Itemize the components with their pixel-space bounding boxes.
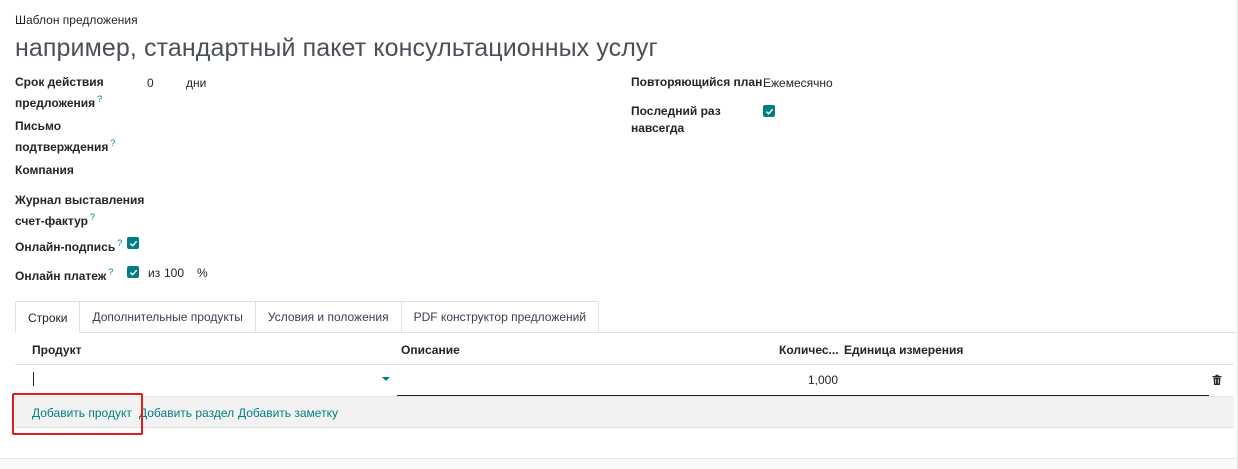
- column-product[interactable]: Продукт: [32, 343, 81, 357]
- last-forever-checkbox[interactable]: [763, 105, 775, 117]
- trash-icon[interactable]: [1211, 374, 1223, 386]
- column-uom[interactable]: Единица измерения: [844, 343, 963, 357]
- journal-label: Журнал выставления счет-фактур?: [15, 193, 145, 228]
- prepayment-suffix: %: [197, 266, 208, 280]
- quantity-input[interactable]: 1,000: [808, 373, 838, 387]
- check-icon: [765, 108, 773, 115]
- chevron-down-icon[interactable]: [382, 377, 390, 381]
- company-label: Компания: [15, 163, 74, 177]
- check-icon: [129, 240, 137, 247]
- add-product-link[interactable]: Добавить продукт: [32, 406, 132, 420]
- help-icon[interactable]: ?: [117, 238, 122, 248]
- recurring-plan-select[interactable]: Ежемесячно: [763, 76, 833, 90]
- validity-label: Срок действия предложения?: [15, 75, 104, 110]
- help-icon[interactable]: ?: [108, 267, 113, 277]
- help-icon[interactable]: ?: [110, 138, 115, 148]
- template-name-input[interactable]: например, стандартный пакет консультацио…: [15, 34, 658, 63]
- product-input-cursor[interactable]: [33, 372, 34, 386]
- tab-lines[interactable]: Строки: [15, 301, 81, 333]
- add-section-link[interactable]: Добавить раздел: [139, 406, 234, 420]
- tab-pdf-builder[interactable]: PDF конструктор предложений: [400, 301, 600, 333]
- column-quantity[interactable]: Количес...: [779, 343, 839, 357]
- prepayment-percent-input[interactable]: 100: [164, 266, 184, 280]
- prepayment-prefix: из: [148, 266, 161, 280]
- online-payment-checkbox[interactable]: [127, 266, 139, 278]
- validity-unit: дни: [186, 76, 207, 90]
- column-description[interactable]: Описание: [401, 343, 460, 357]
- notebook-tabs: Строки Дополнительные продукты Условия и…: [15, 301, 600, 333]
- confirmation-mail-label: Письмо подтверждения?: [15, 119, 116, 154]
- add-note-link[interactable]: Добавить заметку: [238, 406, 338, 420]
- recurring-plan-label: Повторяющийся план: [631, 75, 763, 89]
- check-icon: [129, 269, 137, 276]
- tab-terms-conditions[interactable]: Условия и положения: [254, 301, 402, 333]
- online-signature-checkbox[interactable]: [127, 237, 139, 249]
- bottom-area: [0, 459, 1238, 469]
- tab-optional-products[interactable]: Дополнительные продукты: [79, 301, 256, 333]
- help-icon[interactable]: ?: [90, 212, 95, 222]
- online-payment-label: Онлайн платеж?: [15, 267, 114, 283]
- template-label: Шаблон предложения: [15, 13, 138, 27]
- quotation-template-form: Шаблон предложения например, стандартный…: [0, 0, 1238, 469]
- help-icon[interactable]: ?: [97, 94, 102, 104]
- online-signature-label: Онлайн-подпись?: [15, 238, 123, 254]
- header-divider: [15, 364, 1234, 365]
- validity-days-input[interactable]: 0: [147, 76, 154, 90]
- last-forever-label: Последний раз навсегда: [631, 104, 721, 135]
